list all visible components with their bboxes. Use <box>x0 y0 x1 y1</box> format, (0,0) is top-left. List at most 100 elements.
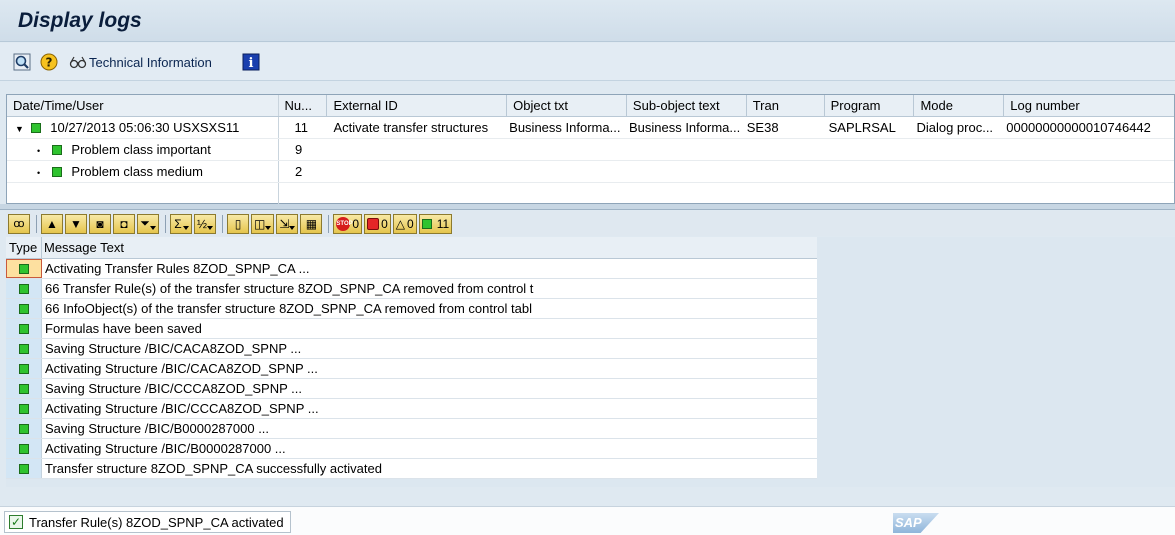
technical-information-button[interactable]: Technical Information <box>68 52 212 72</box>
message-row[interactable]: Activating Structure /BIC/CACA8ZOD_SPNP … <box>6 359 817 379</box>
success-icon <box>421 218 432 229</box>
message-type-cell[interactable] <box>6 419 42 438</box>
message-type-cell[interactable] <box>6 459 42 478</box>
message-type-cell[interactable] <box>6 299 42 318</box>
message-row[interactable]: Saving Structure /BIC/CACA8ZOD_SPNP ... <box>6 339 817 359</box>
log-mode: Dialog proc... <box>916 120 994 135</box>
expand-triangle-icon[interactable]: ▼ <box>15 119 27 138</box>
log-object-txt: Business Informa... <box>509 120 621 135</box>
success-status-icon <box>30 123 41 133</box>
warning-icon: △ <box>395 216 406 231</box>
col-header-log-number[interactable]: Log number <box>1004 95 1174 116</box>
message-type-cell[interactable] <box>6 399 42 418</box>
magnifier-icon <box>13 53 31 71</box>
message-type-cell[interactable] <box>6 279 42 298</box>
error-count: 0 <box>381 216 388 231</box>
col-header-number[interactable]: Nu... <box>279 95 328 116</box>
success-status-icon <box>18 463 29 474</box>
log-row[interactable]: ▼ 10/27/2013 05:06:30 USXSXS11 11 Activa… <box>7 117 1174 139</box>
message-type-cell[interactable] <box>6 359 42 378</box>
filter-button[interactable]: ⏷ <box>137 213 159 234</box>
message-text: Activating Structure /BIC/CCCA8ZOD_SPNP … <box>45 401 319 416</box>
col-header-type[interactable]: Type <box>6 237 42 258</box>
log-sub-object-text: Business Informa... <box>628 120 741 135</box>
log-datetime-user: 10/27/2013 05:06:30 USXSXS11 <box>50 120 240 135</box>
message-row[interactable]: 66 InfoObject(s) of the transfer structu… <box>6 299 817 319</box>
sum-icon: Σ <box>174 216 182 231</box>
toolbar-separator <box>328 214 330 233</box>
layout-button[interactable]: ▦ <box>300 213 323 234</box>
col-header-external-id[interactable]: External ID <box>327 95 508 116</box>
subtotal-button[interactable]: ½ <box>194 213 217 234</box>
detail-button[interactable] <box>13 52 31 72</box>
binoculars-icon: ◙ <box>96 216 104 231</box>
sort-ascending-icon: ▲ <box>46 216 58 231</box>
col-header-tran[interactable]: Tran <box>747 95 825 116</box>
log-number-of-messages: 11 <box>294 120 309 135</box>
grid-icon: ▦ <box>305 216 318 231</box>
sort-descending-icon: ▼ <box>70 216 82 231</box>
stop-filter-button[interactable]: STOP 0 <box>333 213 363 234</box>
message-type-cell[interactable] <box>6 439 42 458</box>
col-header-datetime-user[interactable]: Date/Time/User <box>7 95 279 116</box>
message-type-cell[interactable] <box>6 339 42 358</box>
col-header-message-text[interactable]: Message Text <box>42 237 817 258</box>
stop-icon: STOP <box>336 216 353 231</box>
status-bar: ✓ Transfer Rule(s) 8ZOD_SPNP_CA activate… <box>0 506 1175 535</box>
glasses-icon: ꝏ <box>13 218 25 230</box>
message-row[interactable]: Formulas have been saved <box>6 319 817 339</box>
find-button[interactable]: ◙ <box>89 213 111 234</box>
col-header-program[interactable]: Program <box>825 95 915 116</box>
empty-row <box>7 183 1174 205</box>
export-button[interactable]: ⇲ <box>276 213 299 234</box>
message-row[interactable]: Saving Structure /BIC/CCCA8ZOD_SPNP ... <box>6 379 817 399</box>
success-status-icon <box>18 343 29 354</box>
pane-splitter[interactable] <box>0 204 1175 210</box>
help-button[interactable]: ? <box>40 52 58 72</box>
technical-info-button[interactable]: ꝏ <box>8 213 30 234</box>
bullet-icon: • <box>37 168 41 178</box>
success-status-icon <box>51 167 62 177</box>
col-header-object-txt[interactable]: Object txt <box>507 95 627 116</box>
col-header-sub-object-text[interactable]: Sub-object text <box>627 95 747 116</box>
info-button[interactable]: i <box>242 52 260 72</box>
success-status-icon <box>51 145 62 155</box>
message-row[interactable]: 66 Transfer Rule(s) of the transfer stru… <box>6 279 817 299</box>
error-filter-button[interactable]: 0 <box>364 213 391 234</box>
message-row[interactable]: Saving Structure /BIC/B0000287000 ... <box>6 419 817 439</box>
message-text: Activating Structure /BIC/CACA8ZOD_SPNP … <box>45 361 318 376</box>
warning-filter-button[interactable]: △ 0 <box>392 213 417 234</box>
success-status-icon <box>18 423 29 434</box>
info-icon: i <box>242 53 260 71</box>
success-status-icon <box>18 443 29 454</box>
svg-text:i: i <box>249 56 254 71</box>
message-type-cell[interactable] <box>6 319 42 338</box>
success-status-icon <box>18 363 29 374</box>
message-row[interactable]: Activating Structure /BIC/CCCA8ZOD_SPNP … <box>6 399 817 419</box>
col-header-mode[interactable]: Mode <box>914 95 1005 116</box>
message-row[interactable]: Activating Structure /BIC/B0000287000 ..… <box>6 439 817 459</box>
application-toolbar: ? Technical Information i <box>0 43 1175 81</box>
message-type-cell[interactable] <box>6 379 42 398</box>
problem-class-row[interactable]: • Problem class important 9 <box>7 139 1174 161</box>
total-button[interactable]: Σ <box>170 213 192 234</box>
message-type-cell[interactable] <box>6 259 42 278</box>
status-message[interactable]: ✓ Transfer Rule(s) 8ZOD_SPNP_CA activate… <box>4 511 291 533</box>
success-filter-button[interactable]: 11 <box>418 213 453 234</box>
success-count: 11 <box>436 216 450 231</box>
message-text: Activating Transfer Rules 8ZOD_SPNP_CA .… <box>45 261 310 276</box>
sort-ascending-button[interactable]: ▲ <box>41 213 63 234</box>
sort-descending-button[interactable]: ▼ <box>65 213 87 234</box>
message-row[interactable]: Activating Transfer Rules 8ZOD_SPNP_CA .… <box>6 259 817 279</box>
find-next-button[interactable]: ◘ <box>113 213 135 234</box>
success-status-icon <box>19 263 29 274</box>
views-button[interactable]: ◫ <box>251 213 275 234</box>
log-tree-table: Date/Time/User Nu... External ID Object … <box>6 94 1175 205</box>
toolbar-separator <box>36 214 37 233</box>
print-preview-button[interactable]: ▯ <box>227 213 250 234</box>
filter-icon: ⏷ <box>140 216 150 230</box>
problem-class-row[interactable]: • Problem class medium 2 <box>7 161 1174 183</box>
technical-information-label: Technical Information <box>89 54 212 70</box>
message-row[interactable]: Transfer structure 8ZOD_SPNP_CA successf… <box>6 459 817 479</box>
message-toolbar: ꝏ ▲ ▼ ◙ ◘ ⏷ Σ ½ ▯ ◫ ⇲ ▦ STOP 0 0 △ 0 11 <box>6 211 1175 236</box>
